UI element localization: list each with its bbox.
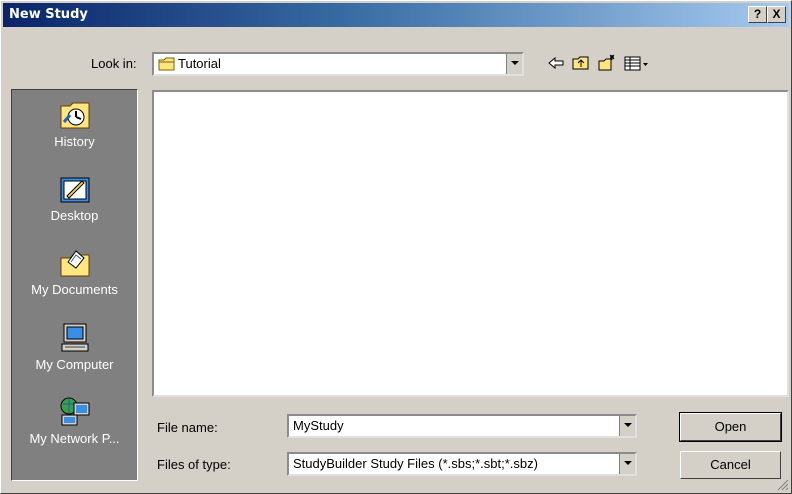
- history-icon: [60, 102, 89, 129]
- file-name-input[interactable]: MyStudy: [287, 414, 637, 438]
- close-button[interactable]: X: [767, 6, 786, 23]
- my-documents-icon: [60, 250, 89, 277]
- resize-grip-icon[interactable]: [777, 479, 789, 491]
- up-one-level-button[interactable]: [571, 53, 591, 73]
- places-label: My Documents: [31, 282, 118, 297]
- places-label: My Network P...: [29, 431, 120, 446]
- folder-icon: [158, 57, 175, 71]
- places-history[interactable]: History: [12, 98, 137, 149]
- new-study-dialog: New Study ? X Look in: Tutorial History …: [0, 0, 792, 494]
- my-network-places-icon: [60, 397, 89, 426]
- places-desktop[interactable]: Desktop: [12, 172, 137, 223]
- places-my-documents[interactable]: My Documents: [12, 246, 137, 297]
- places-my-computer[interactable]: My Computer: [12, 321, 137, 372]
- places-label: My Computer: [35, 357, 114, 372]
- look-in-select[interactable]: Tutorial: [152, 52, 524, 76]
- files-of-type-dropdown-button[interactable]: [619, 454, 635, 474]
- file-list[interactable]: [152, 90, 789, 397]
- file-name-value: MyStudy: [293, 418, 344, 433]
- chevron-down-icon: [511, 61, 519, 65]
- help-button[interactable]: ?: [748, 6, 767, 23]
- back-button[interactable]: [546, 53, 566, 73]
- look-in-dropdown-button[interactable]: [506, 54, 522, 74]
- new-folder-icon: [598, 54, 615, 71]
- open-button[interactable]: Open: [679, 412, 782, 442]
- look-in-value: Tutorial: [178, 56, 221, 71]
- files-of-type-label: Files of type:: [157, 457, 231, 472]
- places-label: Desktop: [50, 208, 99, 223]
- desktop-icon: [60, 177, 89, 203]
- look-in-label: Look in:: [91, 56, 137, 71]
- my-computer-icon: [61, 323, 88, 352]
- title-bar[interactable]: New Study ? X: [3, 3, 789, 27]
- places-label: History: [54, 134, 95, 149]
- files-of-type-value: StudyBuilder Study Files (*.sbs;*.sbt;*.…: [293, 456, 538, 471]
- create-new-folder-button[interactable]: [597, 53, 617, 73]
- places-my-network-places[interactable]: My Network P...: [12, 395, 137, 446]
- files-of-type-select[interactable]: StudyBuilder Study Files (*.sbs;*.sbt;*.…: [287, 452, 637, 476]
- view-menu-button[interactable]: [623, 53, 649, 73]
- cancel-button[interactable]: Cancel: [680, 451, 781, 479]
- file-name-label: File name:: [157, 420, 218, 435]
- dialog-title: New Study: [9, 7, 88, 22]
- places-bar: History Desktop My Documents My Computer…: [11, 89, 138, 481]
- details-view-icon: [624, 56, 648, 71]
- file-name-dropdown-button[interactable]: [619, 416, 635, 436]
- back-arrow-icon: [548, 56, 564, 70]
- chevron-down-icon: [624, 423, 632, 427]
- chevron-down-icon: [624, 461, 632, 465]
- up-folder-icon: [572, 56, 589, 70]
